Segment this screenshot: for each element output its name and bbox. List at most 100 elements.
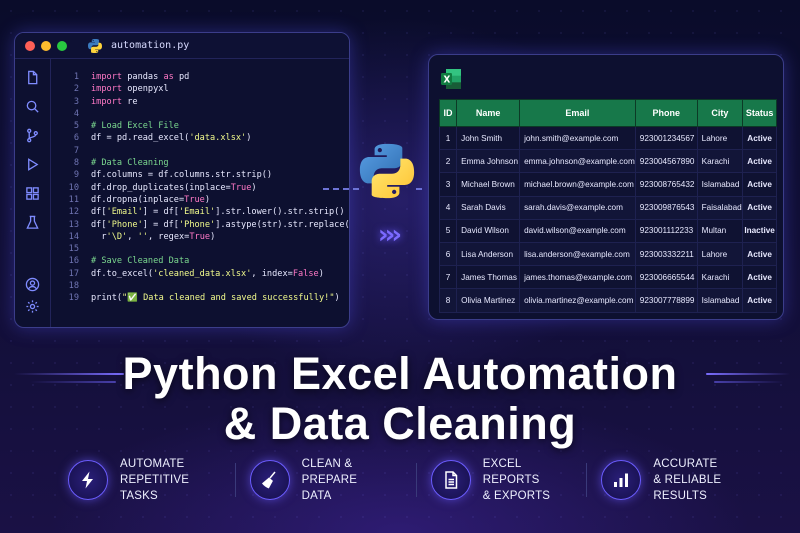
close-window-button[interactable] <box>25 40 35 51</box>
table-cell-phone[interactable]: 923008765432 <box>634 172 698 197</box>
code-line[interactable]: 12 df['Email'] = df['Email'].str.lower().… <box>61 206 345 218</box>
table-row[interactable]: 2 Emma Johnson emma.johnson@example.com 923… <box>438 149 777 174</box>
table-cell-status[interactable]: Active <box>742 195 777 220</box>
table-cell-id[interactable]: 6 <box>438 241 458 267</box>
code-line[interactable]: 15 <box>61 243 343 255</box>
table-cell-name[interactable]: Lisa Anderson <box>456 241 521 267</box>
code-text: df.drop_duplicates(inplace=True) <box>91 182 257 193</box>
table-cell-name[interactable]: Michael Brown <box>456 172 521 197</box>
excel-data-table[interactable]: ID Name Email Phone City Status 1 John Smith jo… <box>438 99 777 313</box>
table-cell-city[interactable]: Karachi <box>696 265 744 290</box>
table-cell-email[interactable]: emma.johnson@example.com <box>519 149 636 174</box>
code-editor-body[interactable]: 1 import pandas as pd 2 import openpyxl 3 imp… <box>61 71 349 305</box>
extensions-icon[interactable] <box>25 185 41 201</box>
table-cell-phone[interactable]: 923001112233 <box>634 218 698 243</box>
search-icon[interactable] <box>25 98 41 114</box>
column-header-name[interactable]: Name <box>456 99 521 127</box>
table-cell-name[interactable]: James Thomas <box>456 265 521 290</box>
table-cell-id[interactable]: 7 <box>438 265 458 290</box>
table-cell-status[interactable]: Inactive <box>742 218 777 243</box>
table-cell-city[interactable]: Lahore <box>696 125 744 151</box>
code-line[interactable]: 8 # Data Cleaning <box>61 157 343 169</box>
code-line[interactable]: 14 r'\D', '', regex=True) <box>61 231 343 243</box>
table-cell-id[interactable]: 3 <box>438 172 458 197</box>
table-row[interactable]: 3 Michael Brown michael.brown@example.com 9… <box>438 172 777 197</box>
code-line[interactable]: 11 df.dropna(inplace=True) <box>61 194 343 206</box>
code-line[interactable]: 16 # Save Cleaned Data <box>61 255 343 267</box>
code-line[interactable]: 7 <box>61 145 343 157</box>
table-cell-city[interactable]: Islamabad <box>696 172 744 197</box>
table-cell-phone[interactable]: 923001234567 <box>634 125 698 151</box>
table-cell-name[interactable]: John Smith <box>456 125 521 151</box>
table-cell-name[interactable]: Sarah Davis <box>456 195 521 220</box>
table-cell-id[interactable]: 1 <box>438 125 458 151</box>
table-cell-city[interactable]: Karachi <box>696 149 744 174</box>
column-header-phone[interactable]: Phone <box>634 99 698 127</box>
flow-connector-left <box>323 188 359 190</box>
account-icon[interactable] <box>25 276 41 292</box>
table-cell-city[interactable]: Faisalabad <box>696 195 744 220</box>
editor-titlebar: automation.py <box>15 33 349 59</box>
table-cell-email[interactable]: james.thomas@example.com <box>519 265 636 290</box>
table-cell-city[interactable]: Islamabad <box>696 288 744 313</box>
table-cell-email[interactable]: olivia.martinez@example.com <box>519 288 636 313</box>
table-cell-email[interactable]: lisa.anderson@example.com <box>519 241 636 267</box>
code-text: df.columns = df.columns.str.strip() <box>91 170 273 181</box>
column-header-status[interactable]: Status <box>742 99 777 127</box>
code-line[interactable]: 17 df.to_excel('cleaned_data.xlsx', index… <box>61 268 343 280</box>
code-line[interactable]: 3 import re <box>61 96 343 108</box>
table-cell-city[interactable]: Multan <box>696 218 744 243</box>
table-cell-status[interactable]: Active <box>742 265 777 290</box>
code-line[interactable]: 13 df['Phone'] = df['Phone'].astype(str).… <box>61 219 349 231</box>
table-row[interactable]: 5 David Wilson david.wilson@example.com 923… <box>438 218 777 243</box>
column-header-city[interactable]: City <box>696 99 744 127</box>
table-cell-email[interactable]: david.wilson@example.com <box>519 218 636 243</box>
table-cell-status[interactable]: Active <box>742 149 777 174</box>
code-line[interactable]: 19 print("✅ Data cleaned and saved succes… <box>61 292 343 304</box>
column-header-email[interactable]: Email <box>519 99 636 127</box>
minimize-window-button[interactable] <box>41 40 51 51</box>
code-line[interactable]: 2 import openpyxl <box>61 83 343 95</box>
table-cell-phone[interactable]: 923006665544 <box>634 265 698 290</box>
code-line[interactable]: 1 import pandas as pd <box>61 71 343 83</box>
settings-icon[interactable] <box>25 298 41 314</box>
table-cell-status[interactable]: Active <box>742 241 777 267</box>
code-line[interactable]: 6 df = pd.read_excel('data.xlsx') <box>61 132 343 144</box>
maximize-window-button[interactable] <box>57 40 67 51</box>
table-cell-id[interactable]: 8 <box>438 288 458 313</box>
table-cell-id[interactable]: 4 <box>438 195 458 220</box>
table-row[interactable]: 7 James Thomas james.thomas@example.com 923… <box>438 265 777 290</box>
file-icon[interactable] <box>25 69 41 85</box>
code-line[interactable]: 18 <box>61 280 343 292</box>
table-row[interactable]: 4 Sarah Davis sarah.davis@example.com 92300… <box>438 195 777 220</box>
table-cell-status[interactable]: Active <box>742 172 777 197</box>
table-cell-id[interactable]: 2 <box>438 149 458 174</box>
git-branch-icon[interactable] <box>25 127 41 143</box>
table-row[interactable]: 8 Olivia Martinez olivia.martinez@example.… <box>438 288 777 313</box>
table-cell-name[interactable]: Olivia Martinez <box>456 288 521 313</box>
column-header-id[interactable]: ID <box>438 99 458 127</box>
table-cell-email[interactable]: sarah.davis@example.com <box>519 195 636 220</box>
table-row[interactable]: 6 Lisa Anderson lisa.anderson@example.com 9… <box>438 241 777 267</box>
table-cell-phone[interactable]: 923004567890 <box>634 149 698 174</box>
table-row[interactable]: 1 John Smith john.smith@example.com 9230012… <box>438 125 777 151</box>
beaker-icon[interactable] <box>25 214 41 230</box>
table-cell-city[interactable]: Lahore <box>696 241 744 267</box>
table-cell-name[interactable]: Emma Johnson <box>456 149 521 174</box>
table-cell-id[interactable]: 5 <box>438 218 458 243</box>
table-cell-status[interactable]: Active <box>742 125 777 151</box>
editor-filename[interactable]: automation.py <box>111 40 189 51</box>
run-icon[interactable] <box>25 156 41 172</box>
table-cell-email[interactable]: michael.brown@example.com <box>519 172 636 197</box>
code-line[interactable]: 10 df.drop_duplicates(inplace=True) <box>61 182 343 194</box>
code-line[interactable]: 9 df.columns = df.columns.str.strip() <box>61 169 343 181</box>
broom-icon <box>249 460 290 500</box>
table-cell-phone[interactable]: 923003332211 <box>634 241 698 267</box>
code-line[interactable]: 4 <box>61 108 343 120</box>
table-cell-phone[interactable]: 923009876543 <box>634 195 698 220</box>
table-cell-email[interactable]: john.smith@example.com <box>519 125 636 151</box>
code-line[interactable]: 5 # Load Excel File <box>61 120 343 132</box>
table-cell-name[interactable]: David Wilson <box>456 218 521 243</box>
table-cell-status[interactable]: Active <box>742 288 777 313</box>
table-cell-phone[interactable]: 923007778899 <box>634 288 698 313</box>
